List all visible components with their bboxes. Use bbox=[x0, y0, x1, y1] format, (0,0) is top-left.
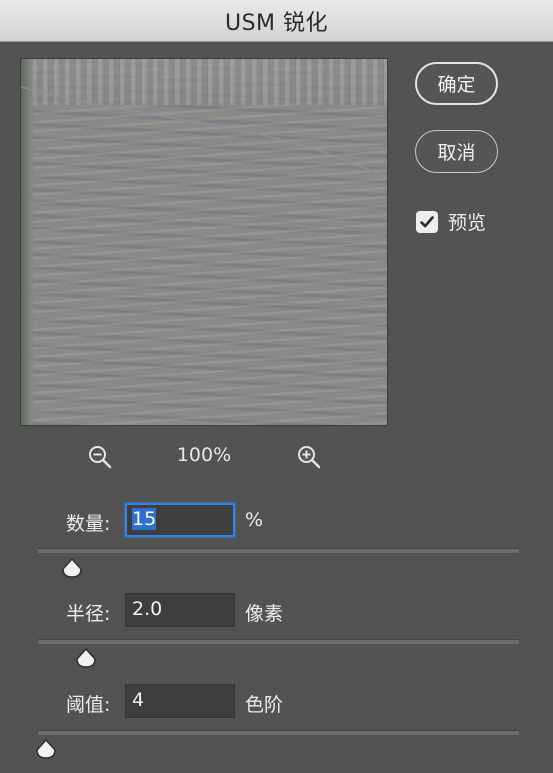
threshold-slider-thumb[interactable] bbox=[35, 738, 57, 759]
amount-slider-track[interactable] bbox=[38, 548, 519, 553]
preview-curve-overlay bbox=[21, 86, 387, 378]
usm-sharpen-dialog: USM 锐化 确定 取消 预览 100% 数量: 15 % 半径: 2.0 像素… bbox=[0, 0, 553, 773]
zoom-in-icon[interactable] bbox=[296, 444, 322, 470]
amount-label: 数量: bbox=[66, 513, 111, 535]
radius-input[interactable]: 2.0 bbox=[125, 593, 235, 627]
amount-input[interactable]: 15 bbox=[125, 503, 235, 537]
threshold-input[interactable]: 4 bbox=[125, 684, 235, 718]
amount-slider-thumb[interactable] bbox=[61, 557, 83, 578]
radius-value: 2.0 bbox=[132, 598, 163, 620]
radius-label: 半径: bbox=[66, 603, 111, 625]
preview-checkbox[interactable] bbox=[416, 210, 438, 233]
checkmark-icon bbox=[420, 215, 434, 227]
radius-slider-track[interactable] bbox=[38, 639, 519, 644]
dialog-title: USM 锐化 bbox=[224, 10, 329, 36]
ok-button[interactable]: 确定 bbox=[415, 62, 498, 105]
preview-checkbox-row[interactable]: 预览 bbox=[416, 208, 486, 235]
title-bar[interactable]: USM 锐化 bbox=[0, 0, 553, 42]
threshold-value: 4 bbox=[132, 689, 145, 711]
preview-image[interactable] bbox=[20, 58, 388, 426]
zoom-level: 100% bbox=[176, 444, 232, 466]
radius-unit: 像素 bbox=[245, 603, 284, 625]
zoom-out-icon[interactable] bbox=[87, 444, 113, 470]
threshold-unit: 色阶 bbox=[245, 694, 284, 716]
threshold-label: 阈值: bbox=[66, 694, 111, 716]
radius-slider-thumb[interactable] bbox=[75, 647, 97, 668]
cancel-button[interactable]: 取消 bbox=[415, 130, 498, 173]
amount-unit: % bbox=[245, 509, 264, 531]
amount-value: 15 bbox=[132, 508, 157, 530]
preview-label: 预览 bbox=[448, 212, 487, 234]
threshold-slider-track[interactable] bbox=[38, 730, 519, 735]
